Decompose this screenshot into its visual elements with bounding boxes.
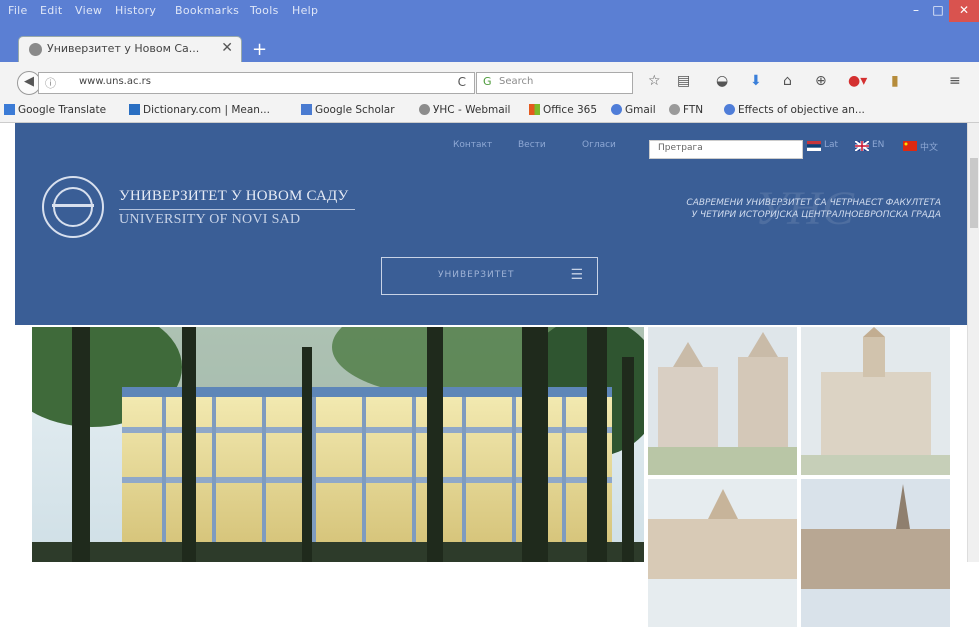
reading-list-icon[interactable]: ▤ xyxy=(677,73,690,89)
page-content: Контакт Вести Огласи Претрага Lat EN 中文 … xyxy=(0,123,979,627)
china-flag-icon[interactable] xyxy=(903,141,917,151)
menu-bookmarks[interactable]: Bookmarks xyxy=(175,4,239,17)
university-seal-icon[interactable] xyxy=(42,176,104,238)
title-divider xyxy=(119,209,355,210)
ftn-icon xyxy=(669,104,680,115)
city-thumbnails xyxy=(648,327,952,627)
search-engine-icon[interactable]: G xyxy=(483,75,492,88)
google-translate-icon xyxy=(4,104,15,115)
menu-history[interactable]: History xyxy=(115,4,156,17)
main-menu-label: УНИВЕРЗИТЕТ xyxy=(438,270,515,280)
browser-tab[interactable]: Универзитет у Новом Са... ✕ xyxy=(18,36,242,63)
site-header: Контакт Вести Огласи Претрага Lat EN 中文 … xyxy=(15,123,967,325)
back-arrow-icon: ◀ xyxy=(24,74,34,89)
latin-language-link[interactable]: Lat xyxy=(824,140,838,150)
site-tagline: САВРЕМЕНИ УНИВЕРЗИТЕТ СА ЧЕТРНАЕСТ ФАКУЛ… xyxy=(686,198,941,220)
tab-strip: Универзитет у Новом Са... ✕ + xyxy=(0,22,979,63)
bookmark-item[interactable]: Google Scholar xyxy=(301,104,395,116)
pocket-icon[interactable]: ◒ xyxy=(716,73,728,89)
bookmark-item[interactable]: FTN xyxy=(669,104,703,116)
chinese-language-link[interactable]: 中文 xyxy=(920,140,938,153)
bookmark-item[interactable]: УНС - Webmail xyxy=(419,104,510,116)
extension-icon[interactable]: ▮ xyxy=(891,73,899,89)
city-thumbnail-4[interactable] xyxy=(801,479,950,627)
hamburger-menu-icon[interactable]: ≡ xyxy=(949,73,961,89)
university-name-latin[interactable]: UNIVERSITY OF NOVI SAD xyxy=(119,212,300,228)
tab-title: Универзитет у Новом Са... xyxy=(47,42,200,55)
close-window-button[interactable]: ✕ xyxy=(949,0,979,22)
city-thumbnail-3[interactable] xyxy=(648,479,797,627)
menu-bar: File Edit View History Bookmarks Tools H… xyxy=(0,0,979,22)
site-search-input[interactable]: Претрага xyxy=(649,140,803,159)
uk-flag-icon[interactable] xyxy=(855,141,869,151)
menu-edit[interactable]: Edit xyxy=(40,4,63,17)
downloads-icon[interactable]: ⬇ xyxy=(750,73,762,89)
webmail-icon xyxy=(419,104,430,115)
sync-icon[interactable]: ⊕ xyxy=(815,73,827,89)
city-thumbnail-2[interactable] xyxy=(801,327,950,475)
bookmark-star-icon[interactable]: ☆ xyxy=(648,73,661,89)
main-menu-button[interactable]: УНИВЕРЗИТЕТ ☰ xyxy=(381,257,598,295)
hero-image[interactable] xyxy=(32,327,644,562)
bookmark-item[interactable]: Dictionary.com | Mean... xyxy=(129,104,270,116)
google-icon xyxy=(611,104,622,115)
favicon-icon xyxy=(29,43,42,56)
window-controls: – □ ✕ xyxy=(905,0,979,22)
navigation-toolbar: ◀ ⓘ www.uns.ac.rs C G Search ☆ ▤ ◒ ⬇ ⌂ ⊕… xyxy=(0,62,979,101)
vertical-scrollbar[interactable] xyxy=(967,123,979,562)
bookmark-item[interactable]: Office 365 xyxy=(529,104,597,116)
notices-link[interactable]: Огласи xyxy=(582,140,616,150)
reload-button[interactable]: C xyxy=(458,75,466,89)
new-tab-button[interactable]: + xyxy=(252,39,267,60)
site-info-icon[interactable]: ⓘ xyxy=(45,75,56,91)
university-name-cyrillic[interactable]: УНИВЕРЗИТЕТ У НОВОМ САДУ xyxy=(119,188,348,205)
bookmarks-toolbar: Google Translate Dictionary.com | Mean..… xyxy=(0,100,979,123)
search-field[interactable]: G Search xyxy=(476,72,633,94)
google-icon xyxy=(724,104,735,115)
english-language-link[interactable]: EN xyxy=(872,140,884,150)
serbian-flag-icon[interactable] xyxy=(807,141,821,151)
menu-view[interactable]: View xyxy=(75,4,102,17)
bookmark-item[interactable]: Gmail xyxy=(611,104,656,116)
menu-help[interactable]: Help xyxy=(292,4,318,17)
city-thumbnail-1[interactable] xyxy=(648,327,797,475)
minimize-button[interactable]: – xyxy=(905,0,927,22)
dictionary-icon xyxy=(129,104,140,115)
menu-tools[interactable]: Tools xyxy=(250,4,279,17)
hamburger-icon: ☰ xyxy=(570,267,583,283)
office365-icon xyxy=(529,104,540,115)
address-text: www.uns.ac.rs xyxy=(79,76,151,87)
menu-file[interactable]: File xyxy=(8,4,28,17)
contact-link[interactable]: Контакт xyxy=(453,140,492,150)
scrollbar-thumb[interactable] xyxy=(970,158,978,228)
restore-button[interactable]: □ xyxy=(927,0,949,22)
search-placeholder: Search xyxy=(499,76,534,87)
bookmark-item[interactable]: Google Translate xyxy=(4,104,106,116)
address-bar[interactable]: ⓘ www.uns.ac.rs C xyxy=(38,72,475,94)
bookmark-item[interactable]: Effects of objective an... xyxy=(724,104,865,116)
addon-icon[interactable]: ●▾ xyxy=(848,73,867,89)
close-tab-icon[interactable]: ✕ xyxy=(221,40,233,56)
home-icon[interactable]: ⌂ xyxy=(783,73,792,89)
google-scholar-icon xyxy=(301,104,312,115)
news-link[interactable]: Вести xyxy=(518,140,546,150)
